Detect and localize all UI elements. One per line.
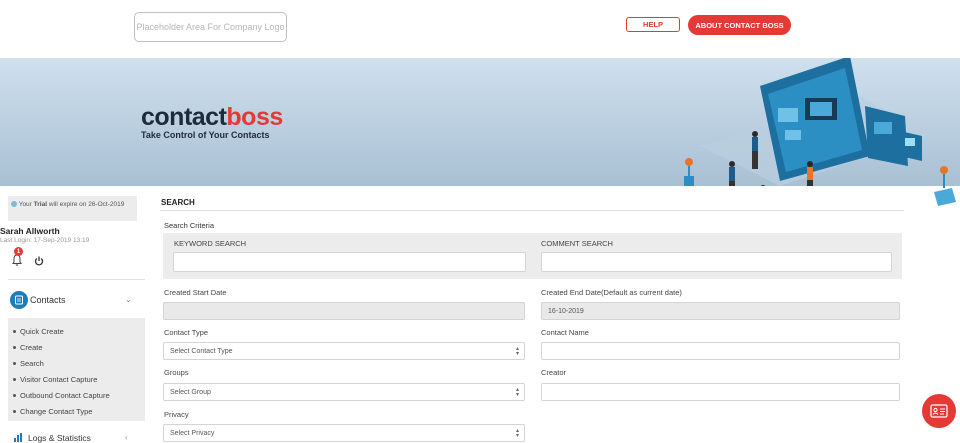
bullet-icon: [13, 361, 16, 365]
bullet-icon: [13, 377, 16, 381]
company-logo-placeholder: Placeholder Area For Company Logo: [134, 12, 287, 42]
bullet-icon: [13, 409, 16, 413]
submenu-item-outbound-contact-capture[interactable]: Outbound Contact Capture: [8, 387, 145, 403]
sidebar-item-logs-statistics[interactable]: Logs & Statistics ‹: [8, 431, 145, 443]
privacy-select[interactable]: Select Privacy ▴ ▾: [163, 424, 525, 442]
contact-type-label: Contact Type: [164, 328, 209, 337]
select-arrows-icon: ▴ ▾: [515, 428, 519, 439]
sidebar-nav: Contacts ⌄ Quick Create Create Search Vi…: [0, 186, 145, 443]
sidebar-item-label: Contacts: [30, 295, 66, 305]
office-illustration: [684, 58, 930, 186]
comment-search-input[interactable]: [541, 252, 892, 272]
help-button[interactable]: HELP: [626, 17, 680, 32]
submenu-label: Change Contact Type: [20, 406, 93, 416]
brand-logo: contactboss Take Control of Your Contact…: [141, 104, 283, 140]
privacy-selected: Select Privacy: [170, 429, 215, 437]
contacts-submenu: Quick Create Create Search Visitor Conta…: [8, 318, 145, 421]
top-bar: Placeholder Area For Company Logo HELP A…: [0, 0, 960, 58]
privacy-label: Privacy: [164, 410, 189, 419]
contact-card-icon: [930, 404, 948, 418]
created-end-date-label: Created End Date(Default as current date…: [541, 288, 682, 297]
contact-card-button[interactable]: [922, 394, 956, 428]
select-arrows-icon: ▴ ▾: [515, 387, 519, 398]
creator-input[interactable]: [541, 383, 900, 401]
submenu-item-visitor-contact-capture[interactable]: Visitor Contact Capture: [8, 371, 145, 387]
bar-chart-icon: [14, 433, 22, 442]
select-arrows-icon: ▴ ▾: [515, 346, 519, 357]
bullet-icon: [13, 329, 16, 333]
brand-name-part2: boss: [226, 103, 283, 131]
search-criteria-label: Search Criteria: [164, 221, 215, 230]
contact-name-label: Contact Name: [541, 328, 589, 337]
chevron-down-icon: ⌄: [125, 295, 132, 304]
chevron-left-icon: ‹: [125, 433, 128, 442]
submenu-item-change-contact-type[interactable]: Change Contact Type: [8, 403, 145, 419]
created-end-date-input[interactable]: 16-10-2019: [541, 302, 900, 320]
submenu-label: Visitor Contact Capture: [20, 374, 98, 384]
title-divider: [160, 210, 904, 211]
groups-select[interactable]: Select Group ▴ ▾: [163, 383, 525, 401]
comment-search-label: COMMENT SEARCH: [541, 239, 613, 248]
brand-name-part1: contact: [141, 103, 227, 131]
submenu-label: Search: [20, 358, 44, 368]
page-title: SEARCH: [161, 198, 195, 207]
contact-type-selected: Select Contact Type: [170, 347, 233, 355]
contact-type-select[interactable]: Select Contact Type ▴ ▾: [163, 342, 525, 360]
submenu-label: Create: [20, 342, 43, 352]
submenu-label: Outbound Contact Capture: [20, 390, 110, 400]
submenu-label: Quick Create: [20, 326, 64, 336]
bullet-icon: [13, 345, 16, 349]
groups-label: Groups: [164, 368, 189, 377]
bullet-icon: [13, 393, 16, 397]
creator-label: Creator: [541, 368, 567, 377]
brand-tagline: Take Control of Your Contacts: [141, 130, 270, 140]
keyword-search-label: KEYWORD SEARCH: [174, 239, 247, 248]
search-criteria-panel: KEYWORD SEARCH COMMENT SEARCH: [163, 233, 902, 279]
hero-banner: contactboss Take Control of Your Contact…: [0, 58, 960, 186]
contact-name-input[interactable]: [541, 342, 900, 360]
submenu-item-create[interactable]: Create: [8, 339, 145, 355]
search-panel: SEARCH Search Criteria KEYWORD SEARCH CO…: [160, 186, 905, 442]
decorative-plant: [934, 166, 956, 206]
about-contact-boss-button[interactable]: ABOUT CONTACT BOSS: [688, 15, 791, 35]
brand-name: contactboss: [141, 104, 283, 130]
groups-selected: Select Group: [170, 388, 211, 396]
created-start-date-label: Created Start Date: [164, 288, 227, 297]
created-start-date-input[interactable]: [163, 302, 525, 320]
submenu-item-search[interactable]: Search: [8, 355, 145, 371]
sidebar-item-contacts[interactable]: Contacts ⌄: [8, 291, 145, 311]
submenu-item-quick-create[interactable]: Quick Create: [8, 323, 145, 339]
keyword-search-input[interactable]: [173, 252, 526, 272]
contacts-book-icon: [10, 291, 28, 309]
